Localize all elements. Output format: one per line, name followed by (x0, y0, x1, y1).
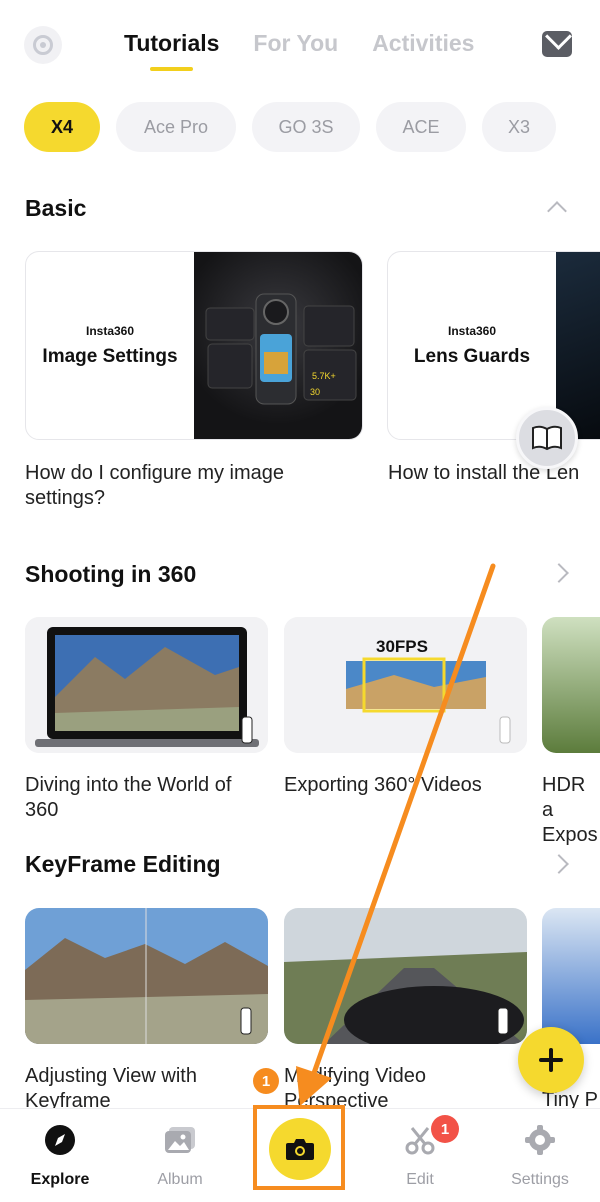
pointer-arrow-icon (296, 563, 496, 1106)
